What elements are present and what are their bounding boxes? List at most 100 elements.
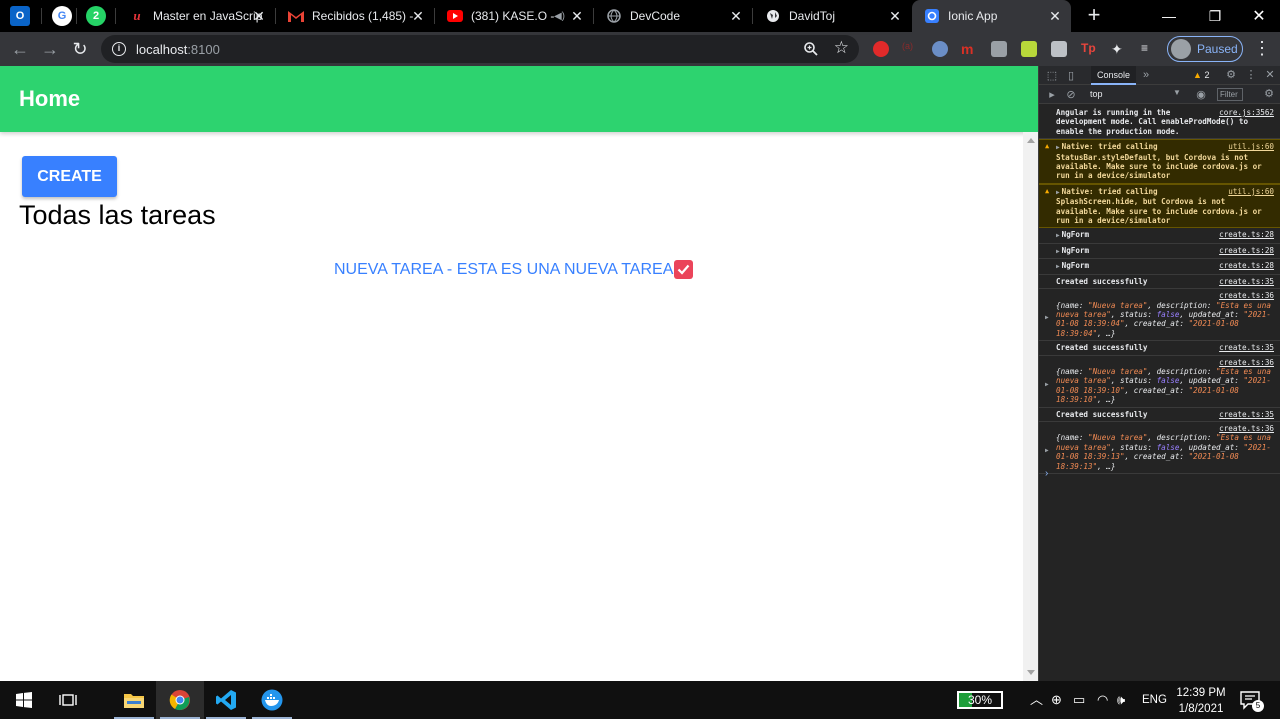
close-tab-icon[interactable]: ✕ <box>410 8 426 24</box>
eye-icon[interactable]: ◉ <box>1195 89 1207 101</box>
chrome-menu-icon[interactable]: ⋮ <box>1253 38 1271 58</box>
vscode-taskbar-button[interactable] <box>202 681 250 719</box>
new-tab-button[interactable]: + <box>1082 4 1106 28</box>
whatsapp-pinned-tab-icon[interactable]: 2 <box>86 6 106 26</box>
settings-gear-icon[interactable]: ⚙ <box>1225 69 1237 81</box>
tab-ionic-app[interactable]: Ionic App ✕ <box>912 0 1071 32</box>
address-bar[interactable]: i localhost:8100 ☆ <box>101 35 859 63</box>
device-toolbar-icon[interactable]: ▯ <box>1065 70 1077 82</box>
close-tab-icon[interactable]: ✕ <box>887 8 903 24</box>
zoom-icon[interactable] <box>803 41 819 57</box>
file-explorer-button[interactable] <box>110 681 158 719</box>
expand-caret-icon[interactable]: ▶ <box>1056 248 1060 255</box>
extension-printer-icon[interactable] <box>1051 41 1067 57</box>
battery-icon[interactable]: ▭ <box>1073 691 1085 709</box>
close-tab-icon[interactable]: ✕ <box>569 8 585 24</box>
message-source-link[interactable]: core.js:3562 <box>1219 108 1274 117</box>
devtools-menu-icon[interactable]: ⋮ <box>1245 69 1257 81</box>
forward-button[interactable]: → <box>38 37 62 61</box>
message-source-link[interactable]: create.ts:28 <box>1219 230 1274 239</box>
message-source-link[interactable]: create.ts:28 <box>1219 261 1274 270</box>
volume-icon[interactable]: 🕪 <box>1117 691 1125 709</box>
tab-gmail[interactable]: Recibidos (1,485) - ✕ <box>276 0 434 32</box>
warning-counter[interactable]: ▲ 2 <box>1193 70 1209 80</box>
console-prompt-icon[interactable]: › <box>1045 468 1048 479</box>
extension-m-icon[interactable]: m <box>961 41 977 57</box>
scroll-up-arrow-icon[interactable] <box>1027 138 1035 143</box>
console-object-message[interactable]: create.ts:36 ▶ {name: "Nueva tarea", des… <box>1039 289 1280 342</box>
message-source-link[interactable]: create.ts:35 <box>1219 277 1274 286</box>
clear-console-icon[interactable]: ⊘ <box>1065 89 1077 101</box>
outlook-pinned-tab-icon[interactable]: O <box>10 6 30 26</box>
expand-caret-icon[interactable]: ▶ <box>1045 446 1049 455</box>
extension-tp-icon[interactable]: Tp <box>1081 41 1097 57</box>
expand-caret-icon[interactable]: ▶ <box>1056 144 1060 151</box>
close-tab-icon[interactable]: ✕ <box>728 8 744 24</box>
tab-davidtoj[interactable]: DavidToj ✕ <box>753 0 911 32</box>
console-object-message[interactable]: create.ts:36 ▶ {name: "Nueva tarea", des… <box>1039 422 1280 474</box>
message-source-link[interactable]: create.ts:36 <box>1219 291 1274 300</box>
scroll-down-arrow-icon[interactable] <box>1027 670 1035 675</box>
message-source-link[interactable]: create.ts:36 <box>1219 424 1274 433</box>
close-tab-icon[interactable]: ✕ <box>1047 8 1063 24</box>
show-hidden-icons-icon[interactable]: ︿ <box>1030 691 1043 709</box>
pen-icon[interactable]: ⊕ <box>1051 691 1062 709</box>
extension-green-icon[interactable] <box>1021 41 1037 57</box>
message-source-link[interactable]: util.js:60 <box>1228 142 1274 151</box>
list-item[interactable]: NUEVA TAREA - ESTA ES UNA NUEVA TAREA <box>334 260 694 279</box>
task-view-button[interactable] <box>44 681 92 719</box>
google-pinned-tab-icon[interactable]: G <box>52 6 72 26</box>
expand-caret-icon[interactable]: ▶ <box>1056 189 1060 196</box>
extension-camera-icon[interactable] <box>991 41 1007 57</box>
back-button[interactable]: ← <box>8 37 32 61</box>
task-title[interactable]: NUEVA TAREA - ESTA ES UNA NUEVA TAREA <box>334 261 673 279</box>
minimize-button[interactable]: — <box>1146 0 1192 32</box>
mute-icon[interactable]: ◀) <box>554 11 565 22</box>
message-source-link[interactable]: create.ts:36 <box>1219 358 1274 367</box>
profile-button[interactable]: Paused <box>1167 36 1243 62</box>
extension-blue-icon[interactable] <box>932 41 948 57</box>
bookmark-star-icon[interactable]: ☆ <box>834 38 849 58</box>
maximize-button[interactable]: ❐ <box>1192 0 1238 32</box>
docker-taskbar-button[interactable] <box>248 681 296 719</box>
wifi-icon[interactable]: ◠ <box>1097 691 1108 709</box>
filter-input[interactable]: Filter <box>1217 88 1243 101</box>
system-clock[interactable]: 12:39 PM 1/8/2021 <box>1172 685 1230 717</box>
context-selector[interactable]: top <box>1090 89 1103 99</box>
message-source-link[interactable]: util.js:60 <box>1228 187 1274 196</box>
extension-rss-icon[interactable]: (a) <box>902 41 918 57</box>
expand-caret-icon[interactable]: ▶ <box>1045 380 1049 389</box>
checkbox-checked-icon[interactable] <box>674 260 694 279</box>
site-info-icon[interactable]: i <box>112 42 126 56</box>
tab-console[interactable]: Console <box>1091 66 1137 85</box>
chrome-taskbar-button[interactable] <box>156 681 204 719</box>
close-tab-icon[interactable]: ✕ <box>251 8 267 24</box>
expand-caret-icon[interactable]: ▶ <box>1056 263 1060 270</box>
expand-caret-icon[interactable]: ▶ <box>1056 232 1060 239</box>
start-button[interactable] <box>0 681 48 719</box>
tab-youtube[interactable]: (381) KASE.O - ◀) ✕ <box>435 0 593 32</box>
console-settings-icon[interactable]: ⚙ <box>1263 88 1275 100</box>
reading-list-icon[interactable]: ≡ <box>1141 41 1157 57</box>
more-tabs-icon[interactable]: » <box>1140 69 1152 81</box>
notification-center-icon[interactable]: 5 <box>1240 690 1264 712</box>
close-devtools-icon[interactable]: ✕ <box>1264 69 1276 81</box>
create-button[interactable]: CREATE <box>22 156 117 197</box>
page-scrollbar[interactable] <box>1023 132 1038 681</box>
message-source-link[interactable]: create.ts:35 <box>1219 410 1274 419</box>
sidebar-toggle-icon[interactable]: ▸ <box>1046 89 1058 101</box>
close-window-button[interactable]: ✕ <box>1236 0 1280 32</box>
chevron-down-icon[interactable]: ▼ <box>1173 88 1181 97</box>
tab-master-javascript[interactable]: u Master en JavaScrip ✕ <box>117 0 275 32</box>
inspect-element-icon[interactable]: ⬚ <box>1046 70 1058 82</box>
reload-button[interactable]: ↻ <box>68 37 92 61</box>
message-source-link[interactable]: create.ts:28 <box>1219 246 1274 255</box>
message-source-link[interactable]: create.ts:35 <box>1219 343 1274 352</box>
console-object-message[interactable]: create.ts:36 ▶ {name: "Nueva tarea", des… <box>1039 356 1280 408</box>
battery-indicator[interactable]: 30% <box>957 691 1003 709</box>
extension-adblock-icon[interactable] <box>873 41 889 57</box>
extensions-puzzle-icon[interactable]: ✦ <box>1111 41 1127 57</box>
language-indicator[interactable]: ENG <box>1142 691 1167 709</box>
expand-caret-icon[interactable]: ▶ <box>1045 313 1049 322</box>
tab-devcode[interactable]: DevCode ✕ <box>594 0 752 32</box>
